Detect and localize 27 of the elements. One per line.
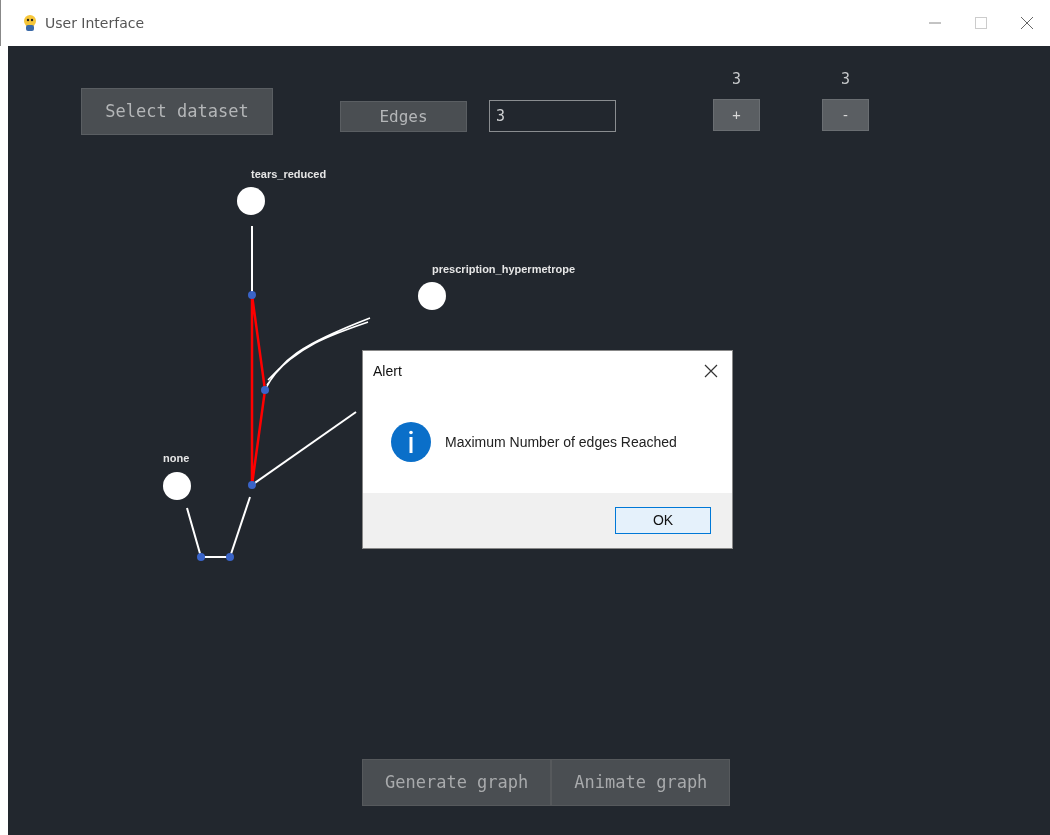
graph-node — [418, 282, 446, 310]
select-dataset-button[interactable]: Select dataset — [81, 88, 273, 135]
alert-message: Maximum Number of edges Reached — [445, 432, 677, 452]
node-label: none — [163, 452, 190, 464]
node-label: prescription_hypermetrope — [432, 263, 576, 275]
dialog-title: Alert — [373, 361, 402, 381]
counter-button[interactable]: + — [713, 99, 760, 131]
ok-button[interactable]: OK — [615, 507, 711, 534]
graph-point — [197, 553, 205, 561]
graph-point — [248, 481, 256, 489]
graph-point — [261, 386, 269, 394]
node-label: tears_reduced — [251, 168, 327, 180]
info-icon — [391, 422, 431, 462]
graph-node — [163, 472, 191, 500]
graph-node — [237, 187, 265, 215]
edges-button[interactable]: Edges — [340, 101, 467, 132]
close-icon[interactable] — [704, 364, 718, 378]
graph-point — [248, 291, 256, 299]
action-button[interactable]: Animate graph — [551, 759, 731, 806]
window-title: User Interface — [45, 13, 145, 33]
graph-edge — [186, 496, 251, 558]
action-button[interactable]: Generate graph — [362, 759, 552, 806]
counter-button[interactable]: - — [822, 99, 869, 131]
graph-point — [226, 553, 234, 561]
counter-value: 3 — [840, 69, 851, 90]
counter-value: 3 — [731, 69, 742, 90]
edges-input-field[interactable]: 3 — [489, 100, 616, 132]
